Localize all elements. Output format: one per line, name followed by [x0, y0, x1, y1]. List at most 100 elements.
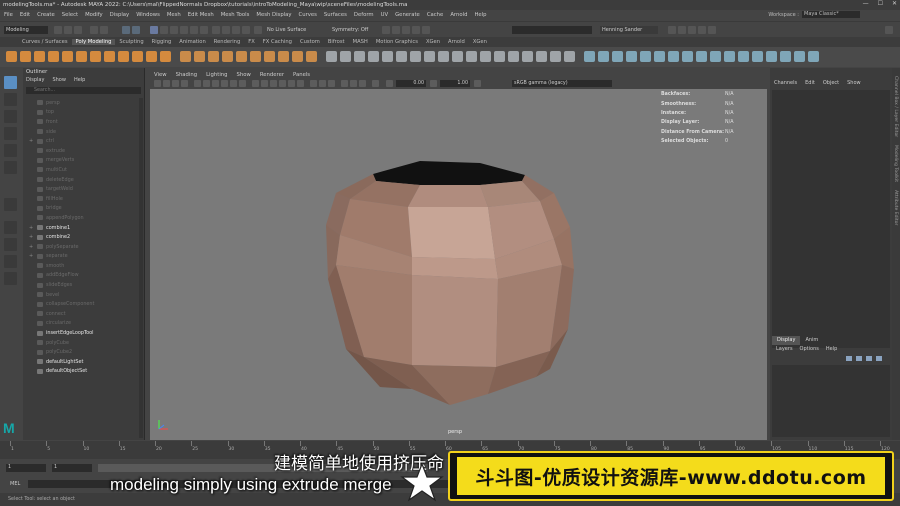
construction-history-icon[interactable]	[222, 26, 230, 34]
sphere-icon[interactable]	[6, 51, 17, 62]
options-menu[interactable]: Options	[800, 346, 819, 352]
outliner-item[interactable]: persp	[29, 98, 141, 108]
bevel-icon[interactable]	[382, 51, 393, 62]
plane-icon[interactable]	[76, 51, 87, 62]
channels-menu[interactable]: Channels	[774, 80, 797, 88]
move-layer-up-icon[interactable]	[846, 356, 852, 361]
snap-view-icon[interactable]	[190, 26, 198, 34]
modeling-toolkit-icon[interactable]	[678, 26, 686, 34]
ipr-render-icon[interactable]	[392, 26, 400, 34]
menu-help[interactable]: Help	[474, 12, 486, 18]
shelf-tab-rigging[interactable]: Rigging	[148, 39, 176, 45]
reduce-icon[interactable]	[292, 51, 303, 62]
snap-together-icon[interactable]	[232, 26, 240, 34]
menu-mesh-tools[interactable]: Mesh Tools	[221, 12, 250, 18]
select-camera-icon[interactable]	[154, 80, 161, 87]
svg-icon[interactable]	[160, 51, 171, 62]
open-scene-icon[interactable]	[64, 26, 72, 34]
booleans-icon[interactable]	[222, 51, 233, 62]
outliner-item[interactable]: bevel	[29, 290, 141, 300]
outliner-menu-display[interactable]: Display	[26, 77, 44, 85]
tab-anim[interactable]: Anim	[800, 336, 823, 345]
auto-uv-icon[interactable]	[668, 51, 679, 62]
separate-icon[interactable]	[194, 51, 205, 62]
torus-icon[interactable]	[62, 51, 73, 62]
sync-icon[interactable]	[668, 26, 676, 34]
outliner-item[interactable]: + separate	[29, 252, 141, 262]
superellipse-icon[interactable]	[118, 51, 129, 62]
shelf-tab-fx-caching[interactable]: FX Caching	[259, 39, 296, 45]
expand-icon[interactable]: +	[29, 225, 34, 231]
new-scene-icon[interactable]	[54, 26, 62, 34]
outliner-item[interactable]: insertEdgeLoopTool	[29, 328, 141, 338]
shelf-tab-sculpting[interactable]: Sculpting	[115, 39, 147, 45]
collapse-icon[interactable]	[480, 51, 491, 62]
side-tab-modeling-toolkit[interactable]: Modeling Toolkit	[893, 145, 898, 182]
snap-surface-icon[interactable]	[200, 26, 208, 34]
shelf-tab-rendering[interactable]: Rendering	[210, 39, 245, 45]
viewport-menu-lighting[interactable]: Lighting	[206, 72, 227, 78]
command-search-field[interactable]	[512, 26, 592, 34]
menu-cache[interactable]: Cache	[427, 12, 443, 18]
expand-icon[interactable]: +	[29, 253, 34, 259]
history-icon[interactable]	[212, 26, 220, 34]
outliner-item[interactable]: defaultLightSet	[29, 357, 141, 367]
shelf-tab-curves-surfaces[interactable]: Curves / Surfaces	[18, 39, 72, 45]
outliner-menu-show[interactable]: Show	[52, 77, 66, 85]
sew-icon[interactable]	[766, 51, 777, 62]
menu-deform[interactable]: Deform	[354, 12, 374, 18]
redo-icon[interactable]	[100, 26, 108, 34]
rotate-tool-icon[interactable]	[4, 144, 17, 157]
extract-icon[interactable]	[208, 51, 219, 62]
near-clip-field[interactable]: 0.00	[396, 80, 426, 87]
safe-action-icon[interactable]	[239, 80, 246, 87]
menu-modify[interactable]: Modify	[85, 12, 103, 18]
expand-icon[interactable]: +	[29, 244, 34, 250]
select-tool-icon[interactable]	[4, 76, 17, 89]
outliner-menu-help[interactable]: Help	[74, 77, 85, 85]
outliner-item[interactable]: + polySeparate	[29, 242, 141, 252]
add-divisions-icon[interactable]	[368, 51, 379, 62]
close-icon[interactable]: ✕	[892, 0, 897, 7]
outliner-item[interactable]: connect	[29, 309, 141, 319]
menu-uv[interactable]: UV	[381, 12, 389, 18]
lasso-tool-icon[interactable]	[4, 93, 17, 106]
mirror-icon[interactable]	[264, 51, 275, 62]
cube-icon[interactable]	[20, 51, 31, 62]
single-pane-layout-icon[interactable]	[4, 198, 17, 211]
hypershade-icon[interactable]	[412, 26, 420, 34]
extrude-icon[interactable]	[340, 51, 351, 62]
expand-icon[interactable]: +	[29, 234, 34, 240]
select-object-icon[interactable]	[132, 26, 140, 34]
fill-hole-icon[interactable]	[278, 51, 289, 62]
inputs-icon[interactable]	[242, 26, 250, 34]
menu-windows[interactable]: Windows	[136, 12, 160, 18]
start-frame-field[interactable]: 1	[6, 464, 46, 472]
shelf-tab-poly-modeling[interactable]: Poly Modeling	[71, 39, 116, 45]
move-layer-down-icon[interactable]	[856, 356, 862, 361]
insert-edge-loop-icon[interactable]	[396, 51, 407, 62]
bookmark-icon[interactable]	[172, 80, 179, 87]
viewport-menu-shading[interactable]: Shading	[176, 72, 198, 78]
outliner-item[interactable]: fillHole	[29, 194, 141, 204]
viewport-menu-panels[interactable]: Panels	[293, 72, 310, 78]
viewport-menu-renderer[interactable]: Renderer	[260, 72, 284, 78]
toggle-panel-icon[interactable]	[885, 26, 893, 34]
multi-cut-icon[interactable]	[424, 51, 435, 62]
delete-history-icon[interactable]	[780, 51, 791, 62]
outliner-item[interactable]: appendPolygon	[29, 213, 141, 223]
outliner-item[interactable]: circularize	[29, 319, 141, 329]
outliner-item[interactable]: deleteEdge	[29, 175, 141, 185]
average-icon[interactable]	[250, 51, 261, 62]
outliner-item[interactable]: smooth	[29, 261, 141, 271]
render-view-icon[interactable]	[422, 26, 430, 34]
resolution-gate-icon[interactable]	[212, 80, 219, 87]
outliner-item[interactable]: polyCube	[29, 338, 141, 348]
shelf-tab-xgen[interactable]: XGen	[469, 39, 491, 45]
live-surface-dropdown[interactable]: No Live Surface	[265, 26, 313, 34]
outliner-item[interactable]: top	[29, 108, 141, 118]
camera-attributes-icon[interactable]	[163, 80, 170, 87]
freeze-icon[interactable]	[794, 51, 805, 62]
cylindrical-icon[interactable]	[640, 51, 651, 62]
render-icon[interactable]	[382, 26, 390, 34]
